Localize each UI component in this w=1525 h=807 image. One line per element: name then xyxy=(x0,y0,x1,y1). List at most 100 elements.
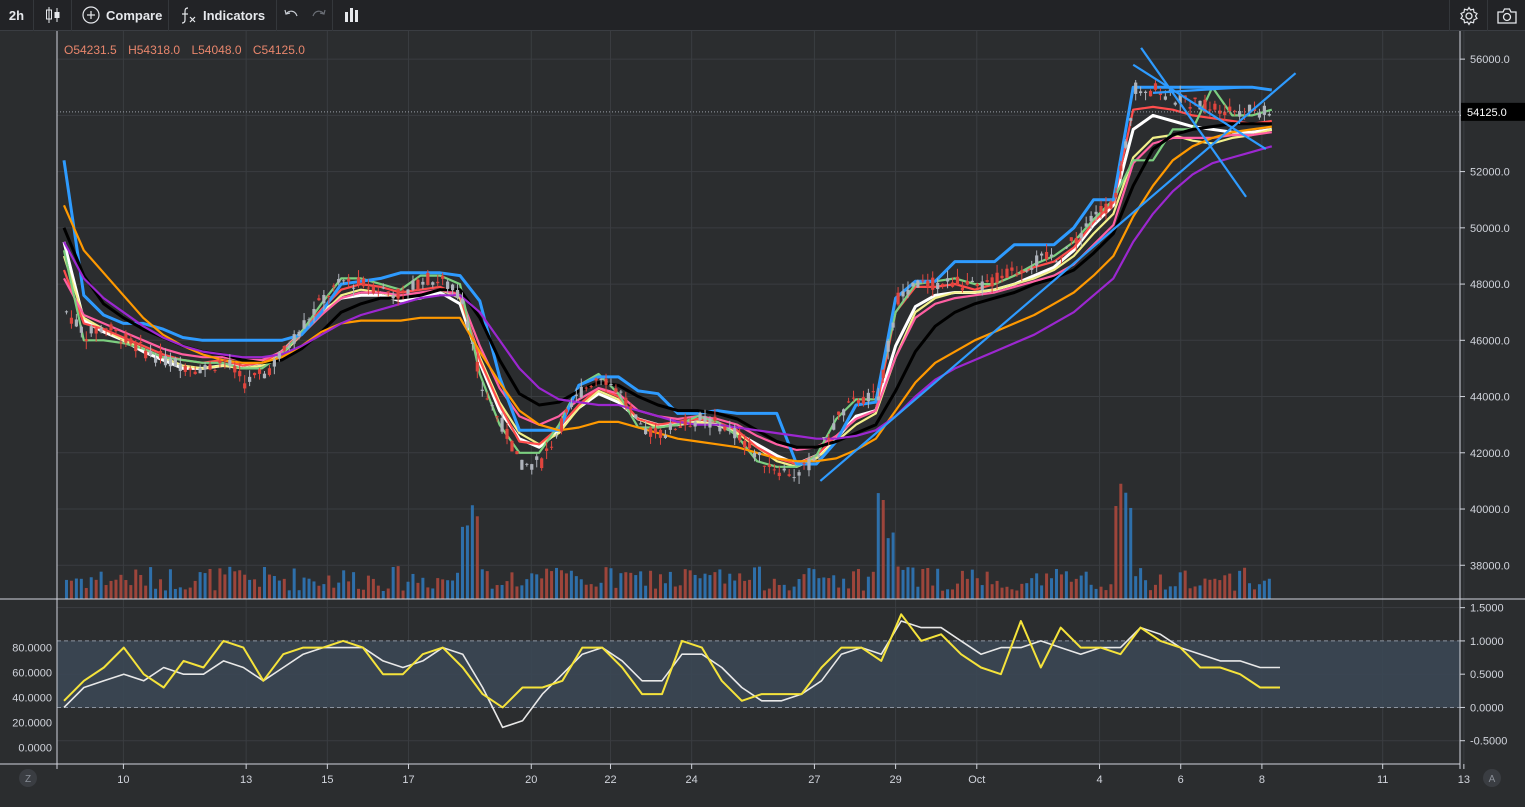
volume-bar xyxy=(861,590,865,599)
candle-body xyxy=(396,288,400,299)
candle-body xyxy=(1064,247,1068,249)
candle-body xyxy=(837,411,841,415)
bars-button[interactable] xyxy=(333,0,371,31)
volume-bar xyxy=(1267,578,1271,599)
undo-icon xyxy=(283,8,299,22)
candle-body xyxy=(941,283,945,286)
redo-button[interactable] xyxy=(305,0,333,31)
volume-bar xyxy=(460,526,464,599)
candle-body xyxy=(203,365,207,370)
volume-bar xyxy=(579,579,583,599)
ohlc-high: H54318.0 xyxy=(128,43,180,57)
volume-bar xyxy=(411,573,415,599)
time-tick-label: 10 xyxy=(117,774,129,786)
volume-bar xyxy=(1119,483,1123,599)
volume-bar xyxy=(109,580,113,599)
price-axis[interactable]: 56000.054000.052000.050000.048000.046000… xyxy=(1460,54,1510,572)
time-axis[interactable]: 10 13 15 17 20 22 24 27 29 Oct 4 6 8 11 13 xyxy=(117,764,1470,786)
candle-body xyxy=(356,277,361,285)
volume-bar xyxy=(708,575,712,599)
chart-type-button[interactable] xyxy=(34,0,72,31)
volume-bar xyxy=(634,575,638,599)
top-toolbar: 2h Compare Indicators xyxy=(0,0,1525,31)
volume-bar xyxy=(1248,583,1252,599)
candle-body xyxy=(267,368,272,375)
volume-bar xyxy=(837,587,841,599)
volume-bar xyxy=(104,585,108,599)
volume-bar xyxy=(990,584,994,599)
candle-body xyxy=(1134,82,1138,94)
volume-bar xyxy=(327,575,331,599)
candle-body xyxy=(1099,205,1103,213)
candle-body xyxy=(188,368,192,371)
candle-body xyxy=(743,441,747,448)
candle-body xyxy=(619,391,623,393)
candle-body xyxy=(842,409,846,416)
candle-body xyxy=(599,378,603,381)
volume-bar xyxy=(332,587,336,599)
volume-bar xyxy=(901,569,905,599)
volume-bar xyxy=(812,569,816,599)
candle-body xyxy=(708,418,712,428)
volume-bar xyxy=(178,587,182,599)
candle-body xyxy=(812,458,816,461)
volume-bar xyxy=(1050,578,1054,599)
interval-button[interactable]: 2h xyxy=(0,0,34,31)
volume-bar xyxy=(436,578,440,599)
volume-bar xyxy=(941,590,945,599)
candle-body xyxy=(168,358,173,367)
candle-body xyxy=(980,281,984,291)
volume-bar xyxy=(787,590,791,599)
oscillator-right-axis[interactable]: 1.5000 1.0000 0.5000 0.0000 -0.5000 xyxy=(1460,603,1507,748)
volume-bar xyxy=(792,586,796,599)
volume-bar xyxy=(525,579,529,599)
candle-body xyxy=(955,276,960,285)
time-tick-label: 27 xyxy=(808,774,820,786)
volume-bar xyxy=(555,567,559,599)
volume-bar xyxy=(520,585,524,599)
candle-body xyxy=(728,427,732,429)
candle-body xyxy=(995,272,999,283)
candle-body xyxy=(1025,270,1029,272)
candle-body xyxy=(327,295,331,297)
candle-body xyxy=(149,351,153,356)
candle-body xyxy=(252,372,257,376)
candle-body xyxy=(817,454,821,457)
candle-body xyxy=(832,423,836,430)
volume-bar xyxy=(842,578,846,599)
candle-body xyxy=(718,426,722,432)
volume-bar xyxy=(277,580,281,599)
candle-body xyxy=(658,429,663,438)
candle-body xyxy=(1129,118,1133,121)
candle-body xyxy=(822,437,826,439)
candle-body xyxy=(851,397,856,399)
compare-button[interactable]: Compare xyxy=(72,0,169,31)
volume-bar xyxy=(485,571,489,599)
candle-body xyxy=(1005,268,1009,278)
chart-area[interactable]: 56000.054000.052000.050000.048000.046000… xyxy=(0,31,1525,807)
volume-bar xyxy=(243,574,247,599)
candle-body xyxy=(99,327,103,333)
candle-body xyxy=(990,277,994,287)
volume-bar xyxy=(678,585,682,599)
trendline[interactable] xyxy=(819,72,1297,482)
volume-bar xyxy=(748,579,752,599)
volume-bar xyxy=(1252,589,1256,599)
gear-icon xyxy=(1459,5,1479,26)
indicators-button[interactable]: Indicators xyxy=(169,0,277,31)
candle-body xyxy=(134,342,138,352)
volume-bar xyxy=(985,571,989,599)
undo-button[interactable] xyxy=(277,0,305,31)
candle-body xyxy=(906,289,910,295)
candle-body xyxy=(312,308,316,315)
volume-bar xyxy=(649,570,653,599)
volume-bar xyxy=(386,588,390,599)
volume-bar xyxy=(772,578,776,599)
ohlc-low: L54048.0 xyxy=(191,43,241,57)
snapshot-button[interactable] xyxy=(1487,0,1525,31)
candle-body xyxy=(406,289,410,294)
candle-body xyxy=(1124,141,1128,148)
volume-bar xyxy=(743,580,747,599)
candle-body xyxy=(1020,270,1024,273)
settings-button[interactable] xyxy=(1449,0,1487,31)
